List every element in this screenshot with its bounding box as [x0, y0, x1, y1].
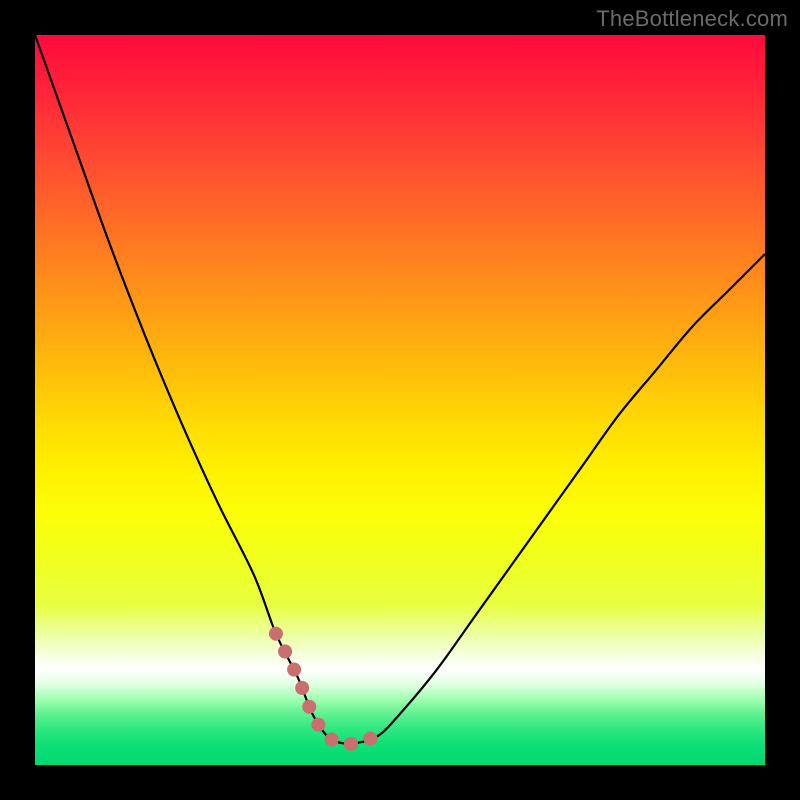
bottleneck-curve — [35, 35, 765, 744]
minimum-highlight — [276, 634, 378, 744]
chart-svg — [35, 35, 765, 765]
plot-area — [35, 35, 765, 765]
chart-frame: TheBottleneck.com — [0, 0, 800, 800]
watermark-text: TheBottleneck.com — [596, 6, 788, 32]
